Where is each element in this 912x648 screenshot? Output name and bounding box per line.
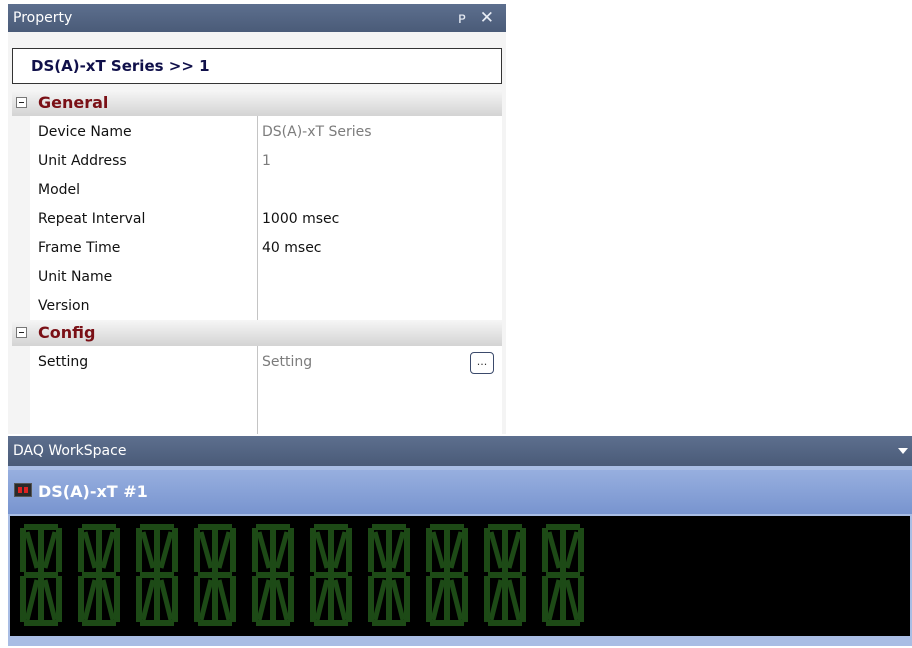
ellipsis-button[interactable]: ...: [470, 352, 494, 374]
property-name: Setting: [38, 354, 89, 370]
property-title-bar: Property ᴩ ✕: [8, 4, 506, 32]
property-row-device-name[interactable]: Device Name DS(A)-xT Series: [12, 118, 502, 147]
property-row-unit-name[interactable]: Unit Name: [12, 263, 502, 292]
property-name: Unit Address: [38, 153, 127, 169]
property-row-setting[interactable]: Setting Setting ...: [12, 348, 502, 377]
collapse-toggle-icon[interactable]: [16, 97, 27, 108]
property-value[interactable]: Setting: [262, 348, 312, 377]
pin-icon[interactable]: ᴩ: [458, 4, 466, 32]
property-row-frame-time[interactable]: Frame Time 40 msec: [12, 234, 502, 263]
segment-digit: [78, 524, 120, 626]
property-value[interactable]: 40 msec: [262, 234, 322, 263]
category-general[interactable]: General: [12, 90, 502, 116]
collapse-toggle-icon[interactable]: [16, 327, 27, 338]
property-name: Version: [38, 298, 90, 314]
segment-display: [10, 516, 910, 636]
workspace-body: DS(A)-xT #1: [8, 466, 912, 646]
property-row-unit-address[interactable]: Unit Address 1: [12, 147, 502, 176]
daq-workspace-panel: DAQ WorkSpace DS(A)-xT #1: [8, 436, 912, 648]
device-display-icon: [14, 483, 32, 497]
property-name: Device Name: [38, 124, 132, 140]
property-name: Repeat Interval: [38, 211, 146, 227]
workspace-title-bar: DAQ WorkSpace: [8, 436, 912, 466]
object-selector[interactable]: DS(A)-xT Series >> 1: [12, 48, 502, 84]
property-row-version[interactable]: Version: [12, 292, 502, 321]
segment-digit: [542, 524, 584, 626]
device-window-header[interactable]: DS(A)-xT #1: [8, 470, 912, 514]
segment-digit: [20, 524, 62, 626]
device-title: DS(A)-xT #1: [38, 482, 148, 501]
category-config[interactable]: Config: [12, 320, 502, 346]
category-label: Config: [38, 323, 96, 342]
property-name: Unit Name: [38, 269, 113, 285]
property-title: Property: [13, 10, 73, 26]
segment-digit: [310, 524, 352, 626]
property-panel: Property ᴩ ✕ DS(A)-xT Series >> 1 Genera…: [8, 4, 506, 434]
property-name: Frame Time: [38, 240, 121, 256]
segment-digit: [136, 524, 178, 626]
property-grid: General Device Name DS(A)-xT Series Unit…: [12, 90, 502, 434]
segment-digit: [194, 524, 236, 626]
segment-digit: [368, 524, 410, 626]
property-name: Model: [38, 182, 81, 198]
dropdown-arrow-icon[interactable]: [898, 448, 908, 454]
property-value[interactable]: 1: [262, 147, 271, 176]
segment-digit: [426, 524, 468, 626]
property-value[interactable]: DS(A)-xT Series: [262, 118, 372, 147]
category-label: General: [38, 93, 109, 112]
segment-digits: [20, 524, 584, 626]
property-row-repeat-interval[interactable]: Repeat Interval 1000 msec: [12, 205, 502, 234]
segment-digit: [252, 524, 294, 626]
object-label: DS(A)-xT Series >> 1: [31, 57, 210, 75]
property-value[interactable]: 1000 msec: [262, 205, 339, 234]
workspace-title: DAQ WorkSpace: [13, 443, 127, 459]
close-icon[interactable]: ✕: [480, 4, 494, 32]
segment-digit: [484, 524, 526, 626]
property-row-model[interactable]: Model: [12, 176, 502, 205]
